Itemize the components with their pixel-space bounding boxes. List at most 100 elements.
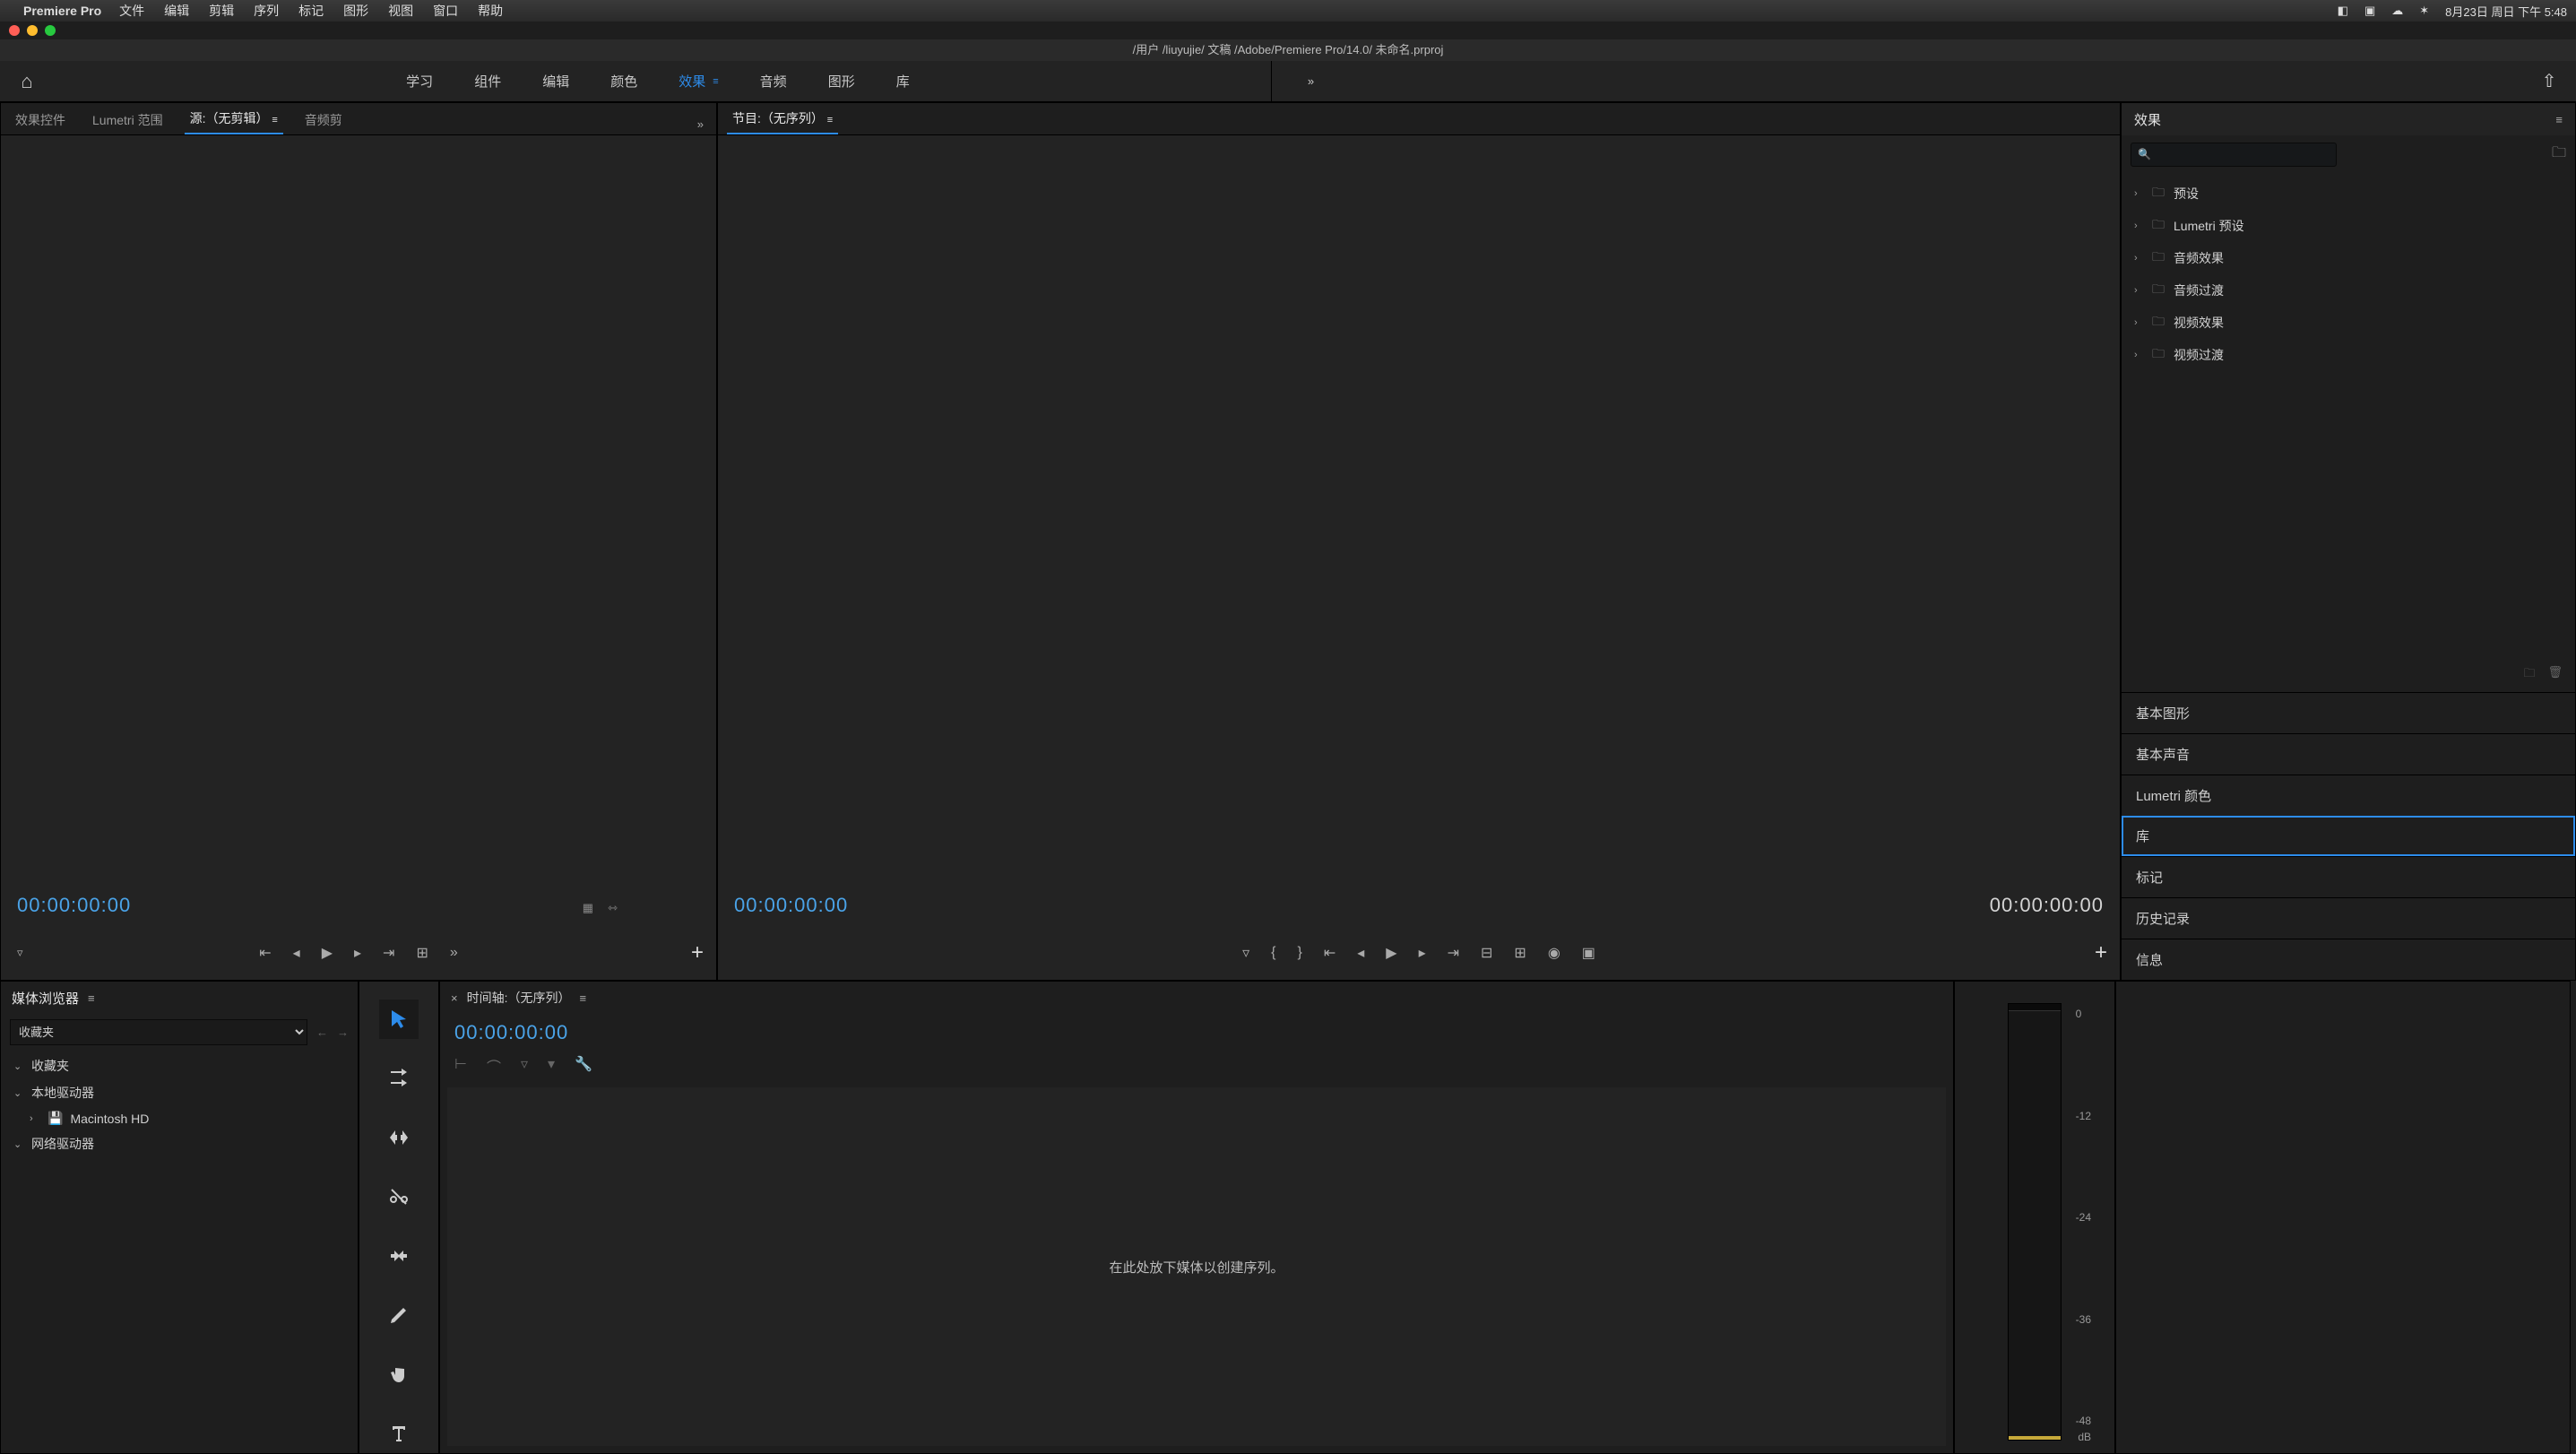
home-button[interactable]: ⌂ xyxy=(0,70,54,93)
mark-in-icon[interactable]: ⇤ xyxy=(259,944,271,962)
settings-icon[interactable]: ▾ xyxy=(548,1055,555,1077)
workspace-tab-3[interactable]: 颜色 xyxy=(610,72,637,91)
effects-folder[interactable]: ›🗀预设 xyxy=(2127,177,2570,210)
workspace-tab-7[interactable]: 库 xyxy=(896,72,910,91)
tab-program[interactable]: 节目:（无序列） ≡ xyxy=(727,104,838,134)
effects-folder[interactable]: ›🗀Lumetri 预设 xyxy=(2127,210,2570,242)
workspace-tab-0[interactable]: 学习 xyxy=(406,72,433,91)
side-section[interactable]: 标记 xyxy=(2122,856,2575,897)
pen-tool[interactable] xyxy=(379,1295,419,1335)
panel-menu-icon[interactable]: ≡ xyxy=(88,991,95,1005)
add-transport-button[interactable]: + xyxy=(2095,940,2107,965)
source-timecode[interactable]: 00:00:00:00 xyxy=(17,894,131,917)
hand-tool[interactable] xyxy=(379,1354,419,1394)
tree-macintosh-hd[interactable]: ›💾Macintosh HD xyxy=(1,1106,358,1130)
step-back-icon[interactable]: ◂ xyxy=(293,944,300,962)
tab-effect-controls[interactable]: 效果控件 xyxy=(10,106,71,134)
panel-menu-icon[interactable]: ≡ xyxy=(579,991,586,1005)
tab-menu-icon[interactable]: ≡ xyxy=(272,115,277,125)
workspace-tab-2[interactable]: 编辑 xyxy=(542,72,569,91)
menu-sequence[interactable]: 序列 xyxy=(254,2,279,20)
audio-meter[interactable]: 0-12-24-36-48 dB xyxy=(2008,1003,2062,1441)
effects-search-input[interactable] xyxy=(2131,143,2337,167)
app-name[interactable]: Premiere Pro xyxy=(23,4,101,18)
workspace-tab-5[interactable]: 音频 xyxy=(760,72,787,91)
snapshot-icon[interactable]: ◉ xyxy=(1548,944,1560,962)
track-select-tool[interactable] xyxy=(379,1059,419,1098)
workspace-tab-menu-icon[interactable]: ≡ xyxy=(713,76,718,87)
fullscreen-window-button[interactable] xyxy=(45,25,56,36)
side-section[interactable]: 基本声音 xyxy=(2122,733,2575,775)
go-out-icon[interactable]: ⇥ xyxy=(1448,944,1459,962)
menu-clip[interactable]: 剪辑 xyxy=(209,2,234,20)
panel-overflow-button[interactable]: » xyxy=(694,114,707,134)
effects-folder[interactable]: ›🗀视频过渡 xyxy=(2127,339,2570,371)
side-section[interactable]: 历史记录 xyxy=(2122,897,2575,939)
workspace-overflow-button[interactable]: » xyxy=(1308,74,1314,88)
menu-marker[interactable]: 标记 xyxy=(298,2,324,20)
nav-fwd-icon[interactable]: → xyxy=(337,1026,349,1039)
mark-out-icon[interactable]: ⇥ xyxy=(383,944,394,962)
tree-local-drives[interactable]: ⌄本地驱动器 xyxy=(1,1079,358,1106)
step-fwd-icon[interactable]: ▸ xyxy=(1419,944,1426,962)
side-section[interactable]: 信息 xyxy=(2122,939,2575,980)
tab-menu-icon[interactable]: ≡ xyxy=(827,115,833,125)
razor-tool[interactable] xyxy=(379,1177,419,1216)
in-icon[interactable]: { xyxy=(1271,945,1275,961)
menu-edit[interactable]: 编辑 xyxy=(164,2,189,20)
menu-window[interactable]: 窗口 xyxy=(433,2,458,20)
side-section[interactable]: Lumetri 颜色 xyxy=(2122,775,2575,816)
workspace-tab-6[interactable]: 图形 xyxy=(828,72,855,91)
status-icon[interactable]: ◧ xyxy=(2338,4,2348,18)
nav-back-icon[interactable]: ← xyxy=(316,1026,328,1039)
go-in-icon[interactable]: ⇤ xyxy=(1324,944,1336,962)
lift-icon[interactable]: ⊟ xyxy=(1481,944,1492,962)
compare-icon[interactable]: ▣ xyxy=(1582,944,1595,962)
tab-source[interactable]: 源:（无剪辑） ≡ xyxy=(185,104,283,134)
timeline-timecode[interactable]: 00:00:00:00 xyxy=(440,1014,1953,1052)
effects-folder[interactable]: ›🗀视频效果 xyxy=(2127,307,2570,339)
play-icon[interactable]: ▶ xyxy=(1386,944,1396,962)
tab-audio-clip[interactable]: 音频剪 xyxy=(299,106,348,134)
wrench-icon[interactable]: 🔧 xyxy=(575,1055,592,1077)
menu-view[interactable]: 视图 xyxy=(388,2,413,20)
export-button[interactable]: ⇧ xyxy=(2522,70,2576,92)
add-transport-button[interactable]: + xyxy=(691,940,704,965)
insert-icon[interactable]: ⊞ xyxy=(416,944,428,962)
panel-menu-icon[interactable]: ≡ xyxy=(2555,113,2563,126)
link-icon[interactable]: ⌒ xyxy=(487,1055,501,1077)
step-back-icon[interactable]: ◂ xyxy=(1357,944,1364,962)
out-icon[interactable]: } xyxy=(1297,945,1301,961)
close-icon[interactable]: × xyxy=(451,991,458,1005)
status-date[interactable]: 8月23日 周日 下午 5:48 xyxy=(2445,3,2567,20)
effects-folder[interactable]: ›🗀音频过渡 xyxy=(2127,274,2570,307)
side-section[interactable]: 基本图形 xyxy=(2122,692,2575,733)
extract-icon[interactable]: ⊞ xyxy=(1514,944,1526,962)
minimize-window-button[interactable] xyxy=(27,25,38,36)
status-icon[interactable]: ▣ xyxy=(2364,4,2375,18)
status-icon[interactable]: ✶ xyxy=(2419,4,2429,18)
workspace-tab-1[interactable]: 组件 xyxy=(474,72,501,91)
tab-lumetri-scopes[interactable]: Lumetri 范围 xyxy=(87,106,169,134)
workspace-tab-4[interactable]: 效果 ≡ xyxy=(679,72,718,91)
effects-folder[interactable]: ›🗀音频效果 xyxy=(2127,242,2570,274)
marker-icon[interactable]: ▿ xyxy=(1242,944,1249,962)
new-bin-icon[interactable]: 🗀 xyxy=(2552,143,2566,167)
new-folder-icon[interactable]: 🗀 xyxy=(2523,665,2535,685)
add-marker-icon[interactable]: ▿ xyxy=(17,946,23,960)
status-icon[interactable]: ☁ xyxy=(2391,4,2403,18)
menu-graphics[interactable]: 图形 xyxy=(343,2,368,20)
marker-opts-icon[interactable]: ▿ xyxy=(521,1055,528,1077)
ripple-edit-tool[interactable] xyxy=(379,1118,419,1157)
snap-icon[interactable]: ⊢ xyxy=(454,1055,467,1077)
tree-favorites[interactable]: ⌄收藏夹 xyxy=(1,1052,358,1079)
play-icon[interactable]: ▶ xyxy=(322,944,333,962)
step-fwd-icon[interactable]: ▸ xyxy=(354,944,361,962)
overwrite-icon[interactable]: » xyxy=(450,945,458,961)
menu-help[interactable]: 帮助 xyxy=(478,2,503,20)
slip-tool[interactable] xyxy=(379,1236,419,1276)
settings-icon[interactable]: ⇿ xyxy=(608,901,618,915)
side-section[interactable]: 库 xyxy=(2122,816,2575,856)
program-timecode-left[interactable]: 00:00:00:00 xyxy=(734,894,848,917)
close-window-button[interactable] xyxy=(9,25,20,36)
